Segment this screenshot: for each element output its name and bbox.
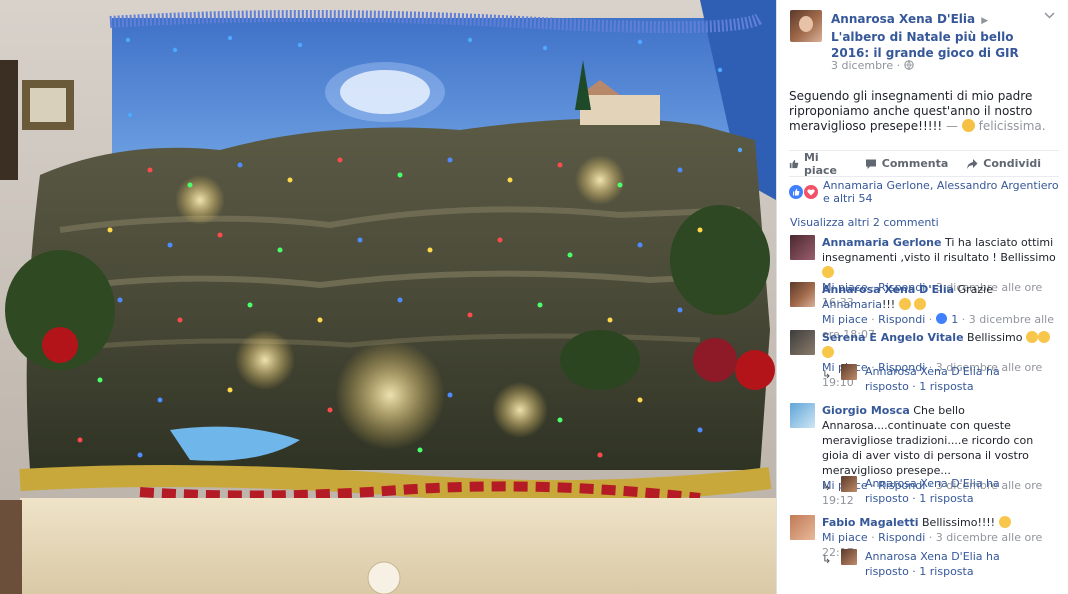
commenter-name[interactable]: Fabio Magaletti <box>822 516 919 529</box>
post-side-panel: Annarosa Xena D'Elia ▶ L'albero di Natal… <box>776 0 1068 594</box>
reply-arrow-icon: ↳ <box>822 368 832 381</box>
commenter-avatar[interactable] <box>790 330 815 355</box>
commenter-name[interactable]: Annarosa Xena D'Elia <box>822 283 954 296</box>
commenter-name[interactable]: Giorgio Mosca <box>822 404 910 417</box>
replies-text[interactable]: Annarosa Xena D'Elia ha risposto · 1 ris… <box>865 549 1045 579</box>
share-button[interactable]: Condividi <box>966 157 1041 170</box>
smile-emoji-icon <box>1026 331 1038 343</box>
like-count-icon <box>935 313 947 324</box>
replier-avatar <box>841 364 857 380</box>
chevron-down-icon[interactable] <box>1044 10 1056 22</box>
commenter-avatar[interactable] <box>790 235 815 260</box>
author-name-link[interactable]: Annarosa Xena D'Elia <box>831 12 975 26</box>
smile-emoji-icon <box>914 298 927 310</box>
comment-reply-link[interactable]: Rispondi <box>878 313 925 326</box>
feeling-separator: — <box>942 119 962 133</box>
like-label: Mi piace <box>803 150 838 177</box>
smile-emoji-icon <box>1038 331 1050 343</box>
comment-button[interactable]: Commenta <box>865 157 949 170</box>
mention-link[interactable]: Annamaria <box>822 298 882 311</box>
replies-text[interactable]: Annarosa Xena D'Elia ha risposto · 1 ris… <box>865 476 1045 506</box>
comment-text-2: !!! <box>881 298 899 311</box>
group-name-link[interactable]: L'albero di Natale più bello 2016: il gr… <box>831 30 1019 60</box>
feeling-label: felicissima. <box>978 119 1046 133</box>
post-actions: Mi piace Commenta Condividi <box>789 150 1059 177</box>
reactions-text[interactable]: Annamaria Gerlone, Alessandro Argentiero… <box>823 179 1065 205</box>
comment-like-link[interactable]: Mi piace <box>822 313 868 326</box>
comment-icon <box>865 159 876 169</box>
feeling-emoji-icon <box>961 119 975 132</box>
thumbs-up-icon <box>789 159 799 168</box>
like-button[interactable]: Mi piace <box>789 151 847 177</box>
post-meta: 3 dicembre · <box>831 59 914 72</box>
share-label: Condividi <box>983 157 1041 170</box>
arrow-right-icon: ▶ <box>981 16 989 26</box>
photo-viewer: Annarosa Xena D'Elia ▶ L'albero di Natal… <box>0 0 1068 594</box>
comment-reply-link[interactable]: Rispondi <box>878 531 925 544</box>
reactions-summary[interactable]: Annamaria Gerlone, Alessandro Argentiero… <box>789 179 1065 205</box>
post-title: Annarosa Xena D'Elia ▶ L'albero di Natal… <box>831 11 1043 61</box>
post-body: Seguendo gli insegnamenti di mio padre r… <box>789 89 1059 134</box>
post-header: Annarosa Xena D'Elia ▶ L'albero di Natal… <box>777 0 1068 80</box>
replier-avatar <box>841 476 857 492</box>
nativity-photo <box>0 0 776 594</box>
post-date[interactable]: 3 dicembre <box>831 59 893 72</box>
comment-label: Commenta <box>881 157 949 170</box>
share-icon <box>967 158 978 169</box>
commenter-avatar[interactable] <box>790 282 815 307</box>
comment-text: Bellissimo <box>963 331 1026 344</box>
comment-text: Grazie <box>954 283 993 296</box>
replier-avatar <box>841 549 857 565</box>
commenter-name[interactable]: Annamaria Gerlone <box>822 236 941 249</box>
comment-like-link[interactable]: Mi piace <box>822 531 868 544</box>
author-avatar[interactable] <box>790 10 822 42</box>
post-photo[interactable] <box>0 0 776 594</box>
like-reaction-icon <box>789 185 803 199</box>
view-more-comments-link[interactable]: Visualizza altri 2 commenti <box>790 216 939 229</box>
grin-emoji-icon <box>898 298 911 310</box>
love-reaction-icon <box>804 185 818 199</box>
replies-text[interactable]: Annarosa Xena D'Elia ha risposto · 1 ris… <box>865 364 1045 394</box>
commenter-avatar[interactable] <box>790 515 815 540</box>
reply-arrow-icon: ↳ <box>822 480 832 493</box>
smile-emoji-icon <box>822 346 834 358</box>
commenter-avatar[interactable] <box>790 403 815 428</box>
heart-eyes-emoji-icon <box>998 516 1011 528</box>
comment-text: Bellissimo!!!! <box>918 516 999 529</box>
reply-arrow-icon: ↳ <box>822 553 832 566</box>
smile-emoji-icon <box>822 266 834 278</box>
commenter-name[interactable]: Serena E Angelo Vitale <box>822 331 964 344</box>
globe-icon <box>903 59 914 72</box>
